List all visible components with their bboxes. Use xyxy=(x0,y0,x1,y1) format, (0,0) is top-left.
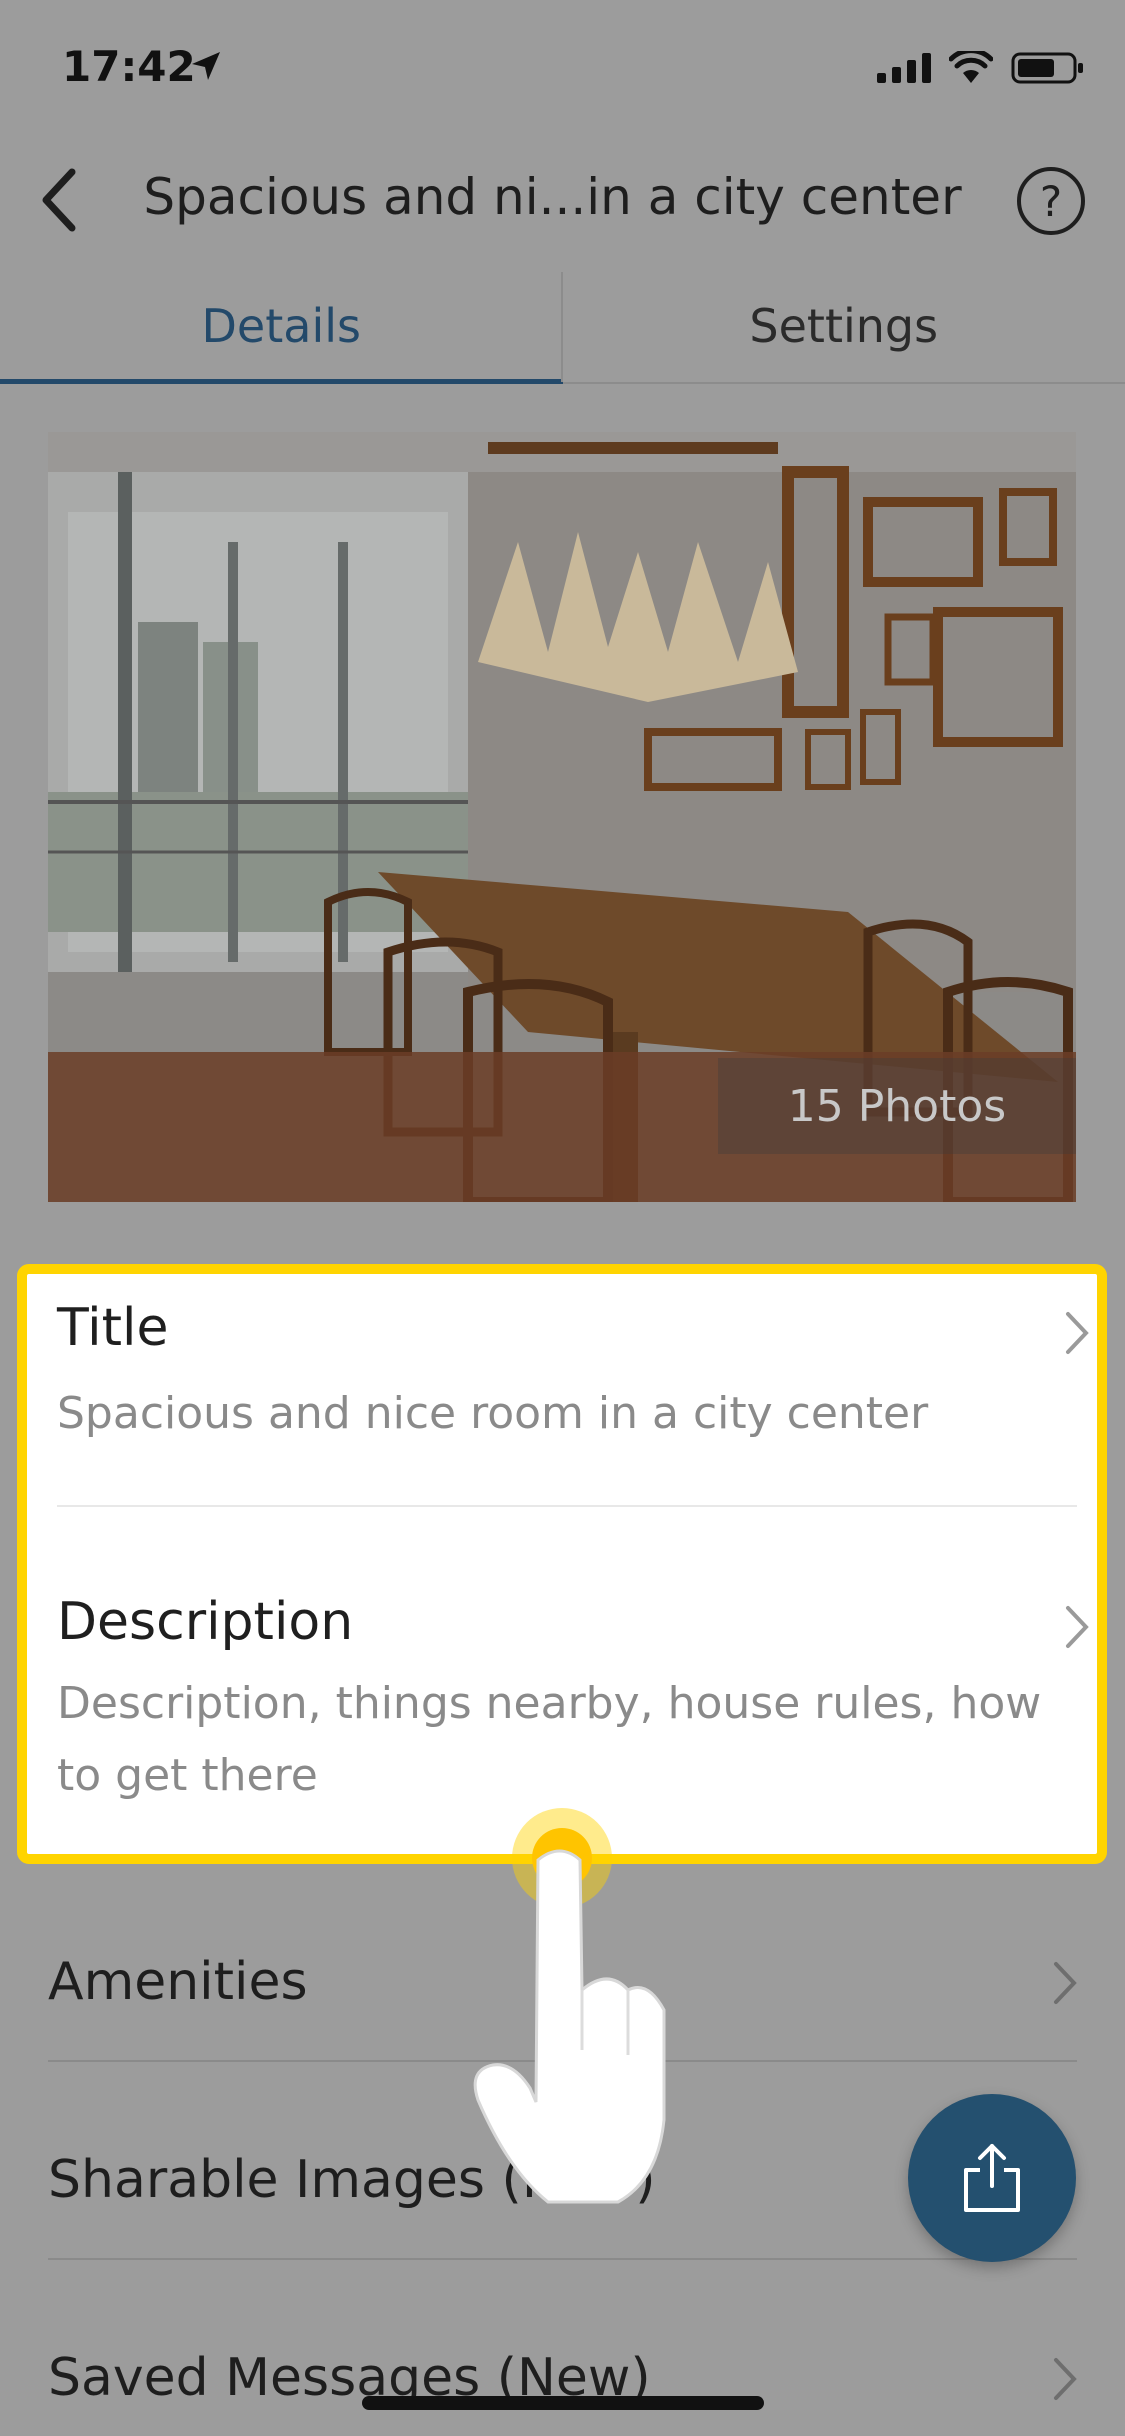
cover-photo[interactable]: 15 Photos xyxy=(48,432,1076,1202)
title-row-value: Spacious and nice room in a city center xyxy=(57,1388,929,1439)
location-arrow-icon xyxy=(192,52,220,80)
back-button[interactable] xyxy=(18,160,98,240)
chevron-right-icon xyxy=(1066,1606,1089,1648)
highlighted-detail-card: Title Spacious and nice room in a city c… xyxy=(17,1264,1107,1864)
description-row-label: Description xyxy=(57,1592,354,1652)
tab-settings[interactable]: Settings xyxy=(563,270,1125,382)
battery-icon xyxy=(1011,52,1083,84)
tab-details[interactable]: Details xyxy=(0,270,563,384)
chevron-right-icon xyxy=(1054,2358,1077,2400)
list-divider xyxy=(48,2258,1077,2260)
pointing-hand-icon xyxy=(473,1849,666,2204)
share-icon xyxy=(964,2144,1020,2212)
status-time: 17:42 xyxy=(62,42,196,91)
title-row-label: Title xyxy=(57,1298,169,1358)
chevron-left-icon xyxy=(42,168,76,232)
cellular-signal-icon xyxy=(877,53,931,83)
wifi-icon xyxy=(949,51,993,83)
share-button[interactable] xyxy=(908,2094,1076,2262)
chevron-right-icon xyxy=(1066,1312,1089,1354)
page-title: Spacious and ni...in a city center xyxy=(143,168,962,226)
tab-divider xyxy=(561,272,563,382)
description-row-value-line1: Description, things nearby, house rules,… xyxy=(57,1678,1042,1729)
photo-count-badge[interactable]: 15 Photos xyxy=(718,1058,1076,1154)
chevron-right-icon xyxy=(1054,1962,1077,2004)
help-button[interactable]: ? xyxy=(1017,167,1085,235)
status-icons xyxy=(877,50,1085,86)
card-divider xyxy=(57,1505,1077,1507)
home-indicator xyxy=(362,2396,764,2410)
nav-bar: Spacious and ni...in a city center ? xyxy=(0,140,1125,260)
list-item-label: Amenities xyxy=(48,1952,308,2012)
question-circle-icon: ? xyxy=(1039,176,1063,226)
description-row-value-line2: to get there xyxy=(57,1750,318,1801)
status-bar: 17:42 xyxy=(0,0,1125,140)
